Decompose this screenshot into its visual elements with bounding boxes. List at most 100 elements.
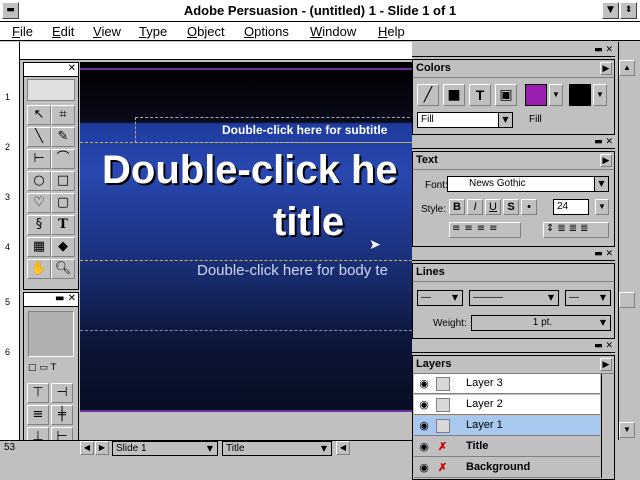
lock-box[interactable] xyxy=(436,377,450,391)
chevron-down-icon[interactable]: ▼ xyxy=(549,84,563,106)
underline-button[interactable]: U xyxy=(485,199,501,215)
shadow-color-icon[interactable]: ▣ xyxy=(495,84,517,106)
zoom-icon[interactable]: 🔍︎ xyxy=(51,259,75,279)
freeform-icon[interactable]: ♡ xyxy=(27,193,51,213)
weight-select[interactable]: 1 pt. ▼ xyxy=(471,315,611,331)
pencil-crossed-icon[interactable]: ✗ xyxy=(438,461,447,474)
subtitle-placeholder[interactable]: Double-click here for subtitle xyxy=(222,123,387,137)
layers-minibar[interactable]: ▬ ✕ xyxy=(412,341,615,353)
fill-select[interactable]: Fill ▼ xyxy=(417,112,513,128)
text-color-icon[interactable]: T xyxy=(469,84,491,106)
justify-buttons[interactable]: ≡≡≡≡ xyxy=(449,222,521,238)
layer-row-title[interactable]: ◉ ✗ Title xyxy=(414,437,600,457)
menu-view[interactable]: View xyxy=(93,24,121,39)
text-icon[interactable]: T xyxy=(51,215,75,235)
line-icon[interactable]: ╲ xyxy=(27,127,51,147)
font-select[interactable]: News Gothic ▼ xyxy=(447,176,609,192)
eye-icon[interactable]: ◉ xyxy=(417,377,431,391)
bold-button[interactable]: B xyxy=(449,199,465,215)
layer-row-background[interactable]: ◉ ✗ Background xyxy=(414,458,600,478)
title-placeholder-line2[interactable]: title xyxy=(273,200,344,245)
text-minibar[interactable]: ▬ ✕ xyxy=(412,137,615,149)
layer-row-3[interactable]: ◉ Layer 3 xyxy=(414,374,600,394)
layers-scrollbar[interactable] xyxy=(601,374,614,478)
roundrect-icon[interactable]: ▢ xyxy=(51,193,75,213)
align-grid[interactable] xyxy=(28,311,74,357)
scroll-left-icon[interactable]: ◀ xyxy=(336,441,350,455)
eye-icon[interactable]: ◉ xyxy=(417,461,431,475)
menu-edit[interactable]: Edit xyxy=(52,24,74,39)
scroll-up-icon[interactable]: ▲ xyxy=(619,60,635,76)
pen-icon[interactable]: ✎ xyxy=(51,127,75,147)
align-header[interactable]: ▬ ✕ xyxy=(24,293,78,307)
menu-object[interactable]: Object xyxy=(187,24,225,39)
shadow-button[interactable]: S xyxy=(503,199,519,215)
secondary-swatch[interactable] xyxy=(569,84,591,106)
chevron-down-icon[interactable]: ▼ xyxy=(593,84,607,106)
eye-icon[interactable]: ◉ xyxy=(417,419,431,433)
pointer-icon[interactable]: ↖ xyxy=(27,105,51,125)
lines-minibar[interactable]: ▬ ✕ xyxy=(412,249,615,261)
align-left-icon[interactable]: ⊣ xyxy=(51,383,73,403)
hand-icon[interactable]: ✋ xyxy=(27,259,51,279)
panel-menu-icon[interactable]: ▶ xyxy=(600,358,612,371)
chevron-down-icon[interactable]: ▼ xyxy=(595,199,609,215)
menu-window[interactable]: Window xyxy=(310,24,356,39)
line-style-select[interactable]: ——— ▼ xyxy=(469,290,559,306)
layer-row-1[interactable]: ◉ Layer 1 xyxy=(414,416,600,436)
menu-options[interactable]: Options xyxy=(244,24,289,39)
panel-menu-icon[interactable]: ▶ xyxy=(600,62,612,75)
fill-color-icon[interactable]: ■ xyxy=(443,84,465,106)
chart-icon[interactable]: ▦ xyxy=(27,237,51,257)
vertical-scrollbar[interactable]: ▲ ▼ xyxy=(618,42,636,440)
chevron-down-icon[interactable]: ▼ xyxy=(596,291,610,305)
colors-minibar[interactable]: ▬ ✕ xyxy=(412,45,615,57)
toolbox-header[interactable]: ✕ xyxy=(24,63,78,77)
eye-icon[interactable]: ◉ xyxy=(417,440,431,454)
slide-canvas[interactable]: Double-click here for subtitle Double-cl… xyxy=(80,62,415,412)
chevron-down-icon[interactable]: ▼ xyxy=(317,442,331,455)
chevron-down-icon[interactable]: ▼ xyxy=(203,442,217,455)
restore-icon[interactable]: ⬍ xyxy=(620,2,637,19)
scroll-down-icon[interactable]: ▼ xyxy=(619,422,635,438)
clip-icon[interactable]: § xyxy=(27,215,51,235)
panel-menu-icon[interactable]: ▶ xyxy=(600,154,612,167)
slide-select[interactable]: Slide 1 ▼ xyxy=(112,441,218,456)
eraser-icon[interactable]: ◆ xyxy=(51,237,75,257)
rect-icon[interactable]: □ xyxy=(51,171,75,191)
menu-type[interactable]: Type xyxy=(139,24,167,39)
ellipse-icon[interactable]: ○ xyxy=(27,171,51,191)
body-placeholder[interactable]: Double-click here for body te xyxy=(197,262,388,279)
line-end-select[interactable]: — ▼ xyxy=(565,290,611,306)
align-top-icon[interactable]: ⊤ xyxy=(27,383,49,403)
minimize-icon[interactable]: ▬ ✕ xyxy=(55,294,76,304)
next-slide-icon[interactable]: ▶ xyxy=(95,441,109,455)
minimize-icon[interactable]: ▼ xyxy=(602,2,619,19)
menu-file[interactable]: File xyxy=(12,24,33,39)
italic-button[interactable]: I xyxy=(467,199,483,215)
line-color-icon[interactable]: ╱ xyxy=(417,84,439,106)
crop-icon[interactable]: ⌗ xyxy=(51,105,75,125)
pencil-crossed-icon[interactable]: ✗ xyxy=(438,440,447,453)
chevron-down-icon[interactable]: ▼ xyxy=(594,177,608,191)
align-middle-icon[interactable]: ≡ xyxy=(27,405,49,425)
close-icon[interactable]: ✕ xyxy=(68,64,76,74)
hline-icon[interactable]: ⊢ xyxy=(27,149,51,169)
eye-icon[interactable]: ◉ xyxy=(417,398,431,412)
title-placeholder-line1[interactable]: Double-click he xyxy=(102,148,398,193)
line-start-select[interactable]: — ▼ xyxy=(417,290,463,306)
prev-slide-icon[interactable]: ◀ xyxy=(80,441,94,455)
lock-box[interactable] xyxy=(436,398,450,412)
arc-icon[interactable]: ⌒ xyxy=(51,149,75,169)
bullet-button[interactable]: • xyxy=(521,199,537,215)
chevron-down-icon[interactable]: ▼ xyxy=(448,291,462,305)
spacing-buttons[interactable]: ⇕≣≣≣ xyxy=(543,222,609,238)
chevron-down-icon[interactable]: ▼ xyxy=(498,113,512,127)
chevron-down-icon[interactable]: ▼ xyxy=(596,316,610,330)
layer-row-2[interactable]: ◉ Layer 2 xyxy=(414,395,600,415)
lock-box[interactable] xyxy=(436,419,450,433)
menu-help[interactable]: Help xyxy=(378,24,405,39)
fill-swatch[interactable] xyxy=(525,84,547,106)
align-center-icon[interactable]: ╪ xyxy=(51,405,73,425)
size-field[interactable]: 24 xyxy=(553,199,589,215)
